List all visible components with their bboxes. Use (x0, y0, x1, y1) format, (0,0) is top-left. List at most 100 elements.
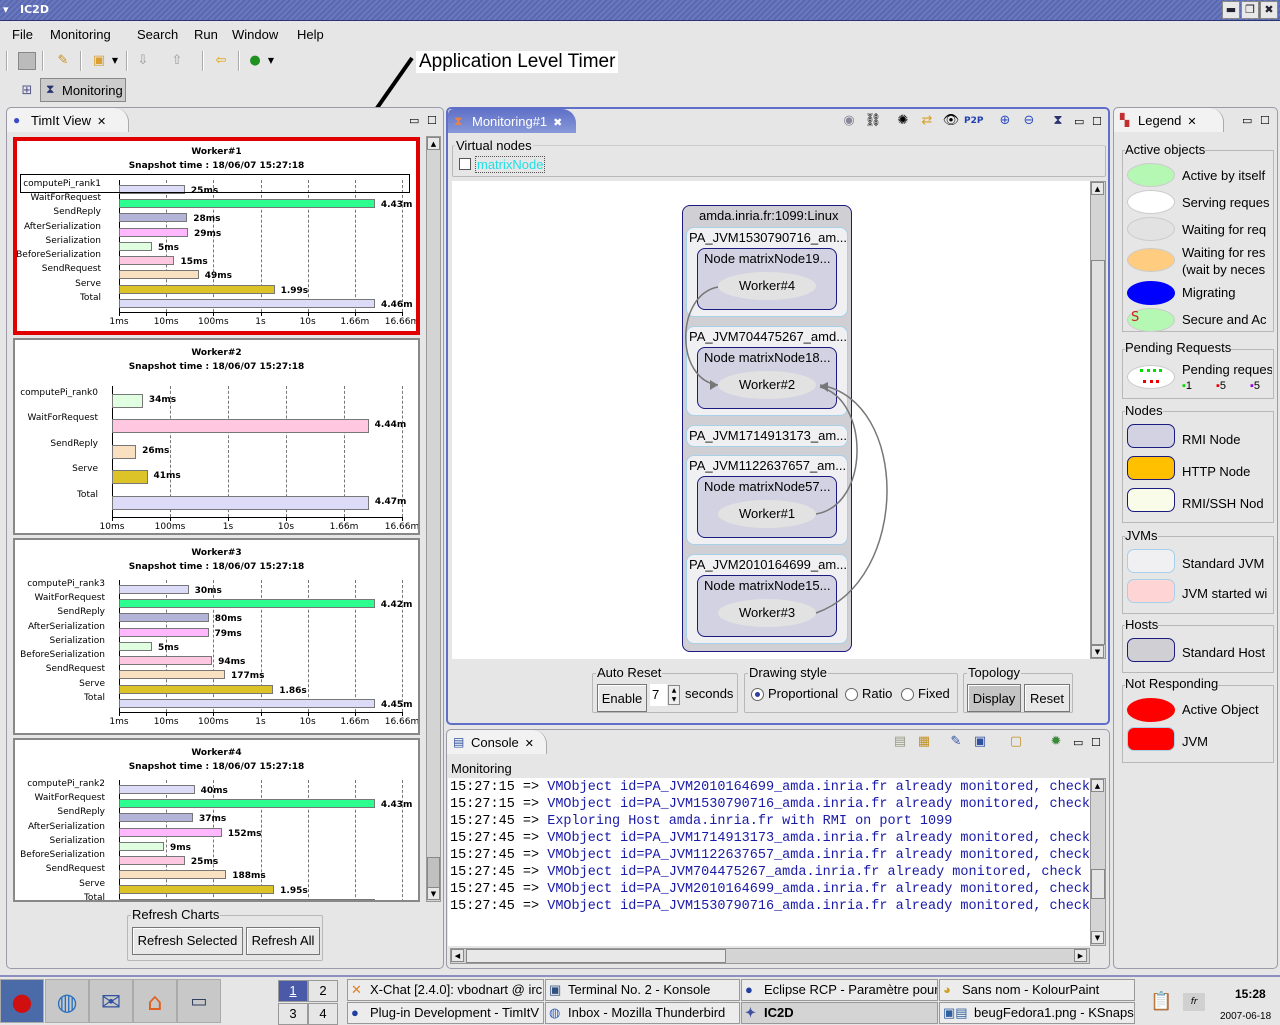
menu-monitoring[interactable]: Monitoring (50, 27, 111, 42)
menu-search[interactable]: Search (137, 27, 178, 42)
open-console-icon[interactable]: ▢ (1007, 733, 1025, 751)
scroll-thumb[interactable] (427, 857, 440, 889)
task-ic2d[interactable]: ✦ IC2D (741, 1002, 938, 1024)
scroll-up-icon[interactable]: ▲ (1091, 182, 1104, 195)
scroll-down-icon[interactable]: ▼ (1091, 645, 1104, 658)
connect-icon[interactable]: ✎ (54, 52, 72, 70)
task-kolourpaint[interactable]: ◕ Sans nom - KolourPaint (939, 979, 1135, 1001)
scroll-thumb[interactable] (466, 949, 726, 963)
maximize-view-icon[interactable]: ☐ (1260, 114, 1270, 127)
maximize-view-icon[interactable]: ☐ (1091, 736, 1101, 749)
arrow-down-icon[interactable]: ⇩ (134, 52, 152, 70)
minimize-view-icon[interactable]: ▭ (1073, 736, 1083, 749)
clipboard-icon[interactable]: 📋 (1150, 991, 1172, 1012)
clear-console-icon[interactable]: ▤ (891, 733, 909, 751)
pin-console-icon[interactable]: ✎ (947, 733, 965, 751)
seconds-spinner[interactable]: ▲ ▼ (668, 685, 680, 705)
redhat-menu-icon[interactable]: ● (0, 979, 44, 1023)
menu-help[interactable]: Help (297, 27, 324, 42)
minimize-button[interactable]: ▬ (1222, 1, 1240, 19)
maximize-button[interactable]: ❐ (1241, 1, 1259, 19)
p2p-icon[interactable]: P2P (964, 112, 983, 130)
tab-legend[interactable]: ▚ Legend ✕ (1114, 108, 1224, 132)
clock-time[interactable]: 15:28 (1235, 987, 1266, 1001)
enable-button[interactable]: Enable (597, 684, 647, 712)
scroll-up-icon[interactable]: ▲ (1091, 779, 1104, 792)
scroll-up-icon[interactable]: ▲ (427, 137, 440, 150)
web-browser-icon[interactable]: ◍ (45, 979, 89, 1023)
zoom-in-icon[interactable]: ⊕ (996, 112, 1014, 130)
refresh-all-button[interactable]: Refresh All (246, 927, 320, 955)
maximize-view-icon[interactable]: ☐ (1092, 115, 1102, 128)
minimize-view-icon[interactable]: ▭ (409, 114, 419, 127)
menu-window[interactable]: Window (232, 27, 278, 42)
task-plugin-dev[interactable]: ● Plug-in Development - TimItV (347, 1002, 544, 1024)
radio-proportional[interactable] (751, 688, 764, 701)
matrixnode-checkbox[interactable] (459, 158, 471, 170)
scroll-lock-icon[interactable]: ▦ (915, 733, 933, 751)
virtual-node-matrixnode[interactable]: matrixNode (475, 156, 546, 173)
task-ksnapshot[interactable]: ▣▤ beugFedora1.png - KSnaps (939, 1002, 1135, 1024)
open-perspective-icon[interactable]: ⊞ (18, 82, 36, 100)
close-tab-icon[interactable]: ✖ (553, 117, 562, 129)
chevron-down-icon[interactable]: ▼ (262, 52, 280, 70)
close-tab-icon[interactable]: ✕ (525, 738, 534, 750)
console-vscrollbar[interactable]: ▲ ▼ (1090, 778, 1106, 946)
save-icon[interactable] (18, 52, 36, 70)
scroll-right-icon[interactable]: ▶ (1074, 949, 1087, 962)
menu-run[interactable]: Run (194, 27, 218, 42)
terminal-icon[interactable]: ▭ (177, 979, 221, 1023)
tab-timit-view[interactable]: ● TimIt View ✕ (7, 108, 129, 132)
close-tab-icon[interactable]: ✕ (97, 116, 106, 128)
desktop-1[interactable]: 1 (278, 980, 308, 1002)
console-hscrollbar[interactable]: ◀ ▶ (450, 948, 1090, 964)
desktop-3[interactable]: 3 (278, 1003, 308, 1025)
canvas-scrollbar[interactable]: ▲ ▼ (1090, 181, 1106, 659)
timit-chart-4[interactable]: Worker#4 Snapshot time : 18/06/07 15:27:1… (13, 738, 420, 902)
task-konsole[interactable]: ▣ Terminal No. 2 - Konsole (545, 979, 740, 1001)
auto-reset-seconds-input[interactable]: 7 (650, 684, 667, 706)
debug-icon[interactable]: ✹ (1047, 733, 1065, 751)
maximize-view-icon[interactable]: ☐ (427, 114, 437, 127)
home-icon[interactable]: ⌂ (133, 979, 177, 1023)
timit-chart-2[interactable]: Worker#2 Snapshot time : 18/06/07 15:27:1… (13, 338, 420, 535)
stop-monitoring-icon[interactable]: ◉ (840, 112, 858, 130)
zoom-out-icon[interactable]: ⊖ (1020, 112, 1038, 130)
refresh-icon[interactable]: ✺ (894, 112, 912, 130)
display-console-icon[interactable]: ▣ (971, 733, 989, 751)
scroll-left-icon[interactable]: ◀ (451, 949, 464, 962)
timit-chart-1[interactable]: Worker#1 Snapshot time : 18/06/07 15:27:1… (13, 137, 420, 335)
chevron-down-icon[interactable]: ▼ (106, 52, 124, 70)
task-thunderbird[interactable]: ◍ Inbox - Mozilla Thunderbird (545, 1002, 740, 1024)
eye-icon[interactable]: 👁 (942, 112, 960, 130)
arrow-up-icon[interactable]: ⇧ (168, 52, 186, 70)
scroll-down-icon[interactable]: ▼ (427, 887, 440, 900)
tab-monitoring[interactable]: ⧗ Monitoring#1 ✖ (448, 109, 576, 133)
close-window-button[interactable]: ✖ (1260, 1, 1278, 19)
timit-scrollbar[interactable]: ▲ ▼ (426, 136, 441, 902)
task-eclipse-rcp[interactable]: ● Eclipse RCP - Paramètre pour (741, 979, 938, 1001)
sync-icon[interactable]: ⇄ (918, 112, 936, 130)
reset-topology-button[interactable]: Reset (1024, 684, 1070, 712)
thunderbird-icon[interactable]: ✉ (89, 979, 133, 1023)
link-icon[interactable]: ⛓ (864, 112, 882, 130)
keyboard-layout[interactable]: fr (1183, 993, 1205, 1011)
minimize-view-icon[interactable]: ▭ (1242, 114, 1252, 127)
menu-file[interactable]: File (12, 27, 33, 42)
timit-chart-3[interactable]: Worker#3 Snapshot time : 18/06/07 15:27:1… (13, 538, 420, 735)
refresh-selected-button[interactable]: Refresh Selected (132, 927, 243, 955)
scroll-thumb[interactable] (1091, 260, 1105, 645)
perspective-monitoring-button[interactable]: ⧗ Monitoring (40, 78, 126, 102)
window-menu-icon[interactable]: ▾ (3, 3, 9, 16)
tab-console[interactable]: ▤ Console ✕ (447, 730, 547, 754)
display-topology-button[interactable]: Display (967, 684, 1021, 712)
task-xchat[interactable]: ✕ X-Chat [2.4.0]: vbodnart @ irc (347, 979, 544, 1001)
desktop-4[interactable]: 4 (308, 1003, 338, 1025)
desktop-2[interactable]: 2 (308, 980, 338, 1002)
back-icon[interactable]: ⇦ (212, 52, 230, 70)
scroll-down-icon[interactable]: ▼ (1091, 931, 1104, 944)
radio-ratio[interactable] (845, 688, 858, 701)
monitor-new-icon[interactable]: ⧗ (1049, 112, 1067, 130)
close-tab-icon[interactable]: ✕ (1187, 116, 1196, 128)
minimize-view-icon[interactable]: ▭ (1074, 115, 1084, 128)
